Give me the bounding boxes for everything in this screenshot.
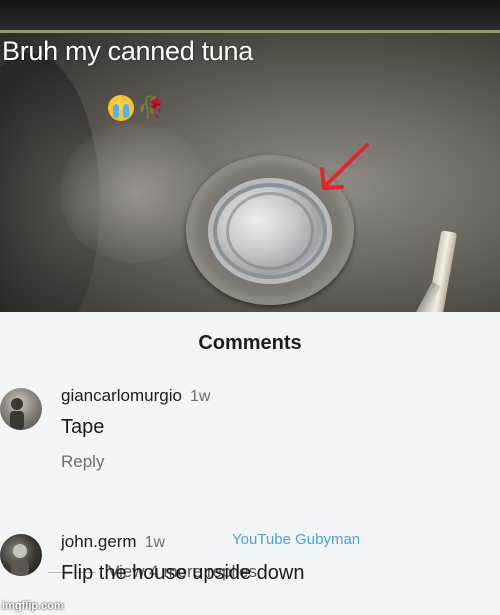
comment-username[interactable]: john.germ 1w [61,532,165,552]
reply-button[interactable]: Reply [61,452,104,472]
comment-text: Flip the house upside down [61,562,305,584]
person-silhouette-icon [11,544,29,576]
comment-timestamp: 1w [189,388,211,405]
red-arrow-icon [320,143,369,190]
person-silhouette-icon [10,398,24,430]
avatar[interactable] [0,388,42,430]
post-image[interactable] [0,30,500,312]
top-bar [0,0,500,30]
post-caption: Bruh my canned tuna [2,36,253,66]
wilted-rose-icon: 🥀 [137,95,165,120]
imgflip-watermark: imgflip.com [2,600,64,612]
screenshot-frame: Bruh my canned tuna 🥀 Comments giancarlo… [0,0,500,615]
comment-timestamp: 1w [144,534,166,551]
crying-face-icon [108,95,134,121]
username-text[interactable]: giancarlomurgio [61,386,182,405]
username-text[interactable]: john.germ [61,532,137,551]
caption-emojis: 🥀 [108,95,165,121]
comment-username[interactable]: giancarlomurgio 1w [61,386,210,406]
avatar[interactable] [0,534,42,576]
youtube-watermark: YouTube Gubyman [232,531,361,548]
comment-text: Tape [61,416,105,438]
comments-panel: Comments giancarlomurgio 1w Tape Reply Vi… [0,312,500,615]
comments-title: Comments [198,332,302,354]
